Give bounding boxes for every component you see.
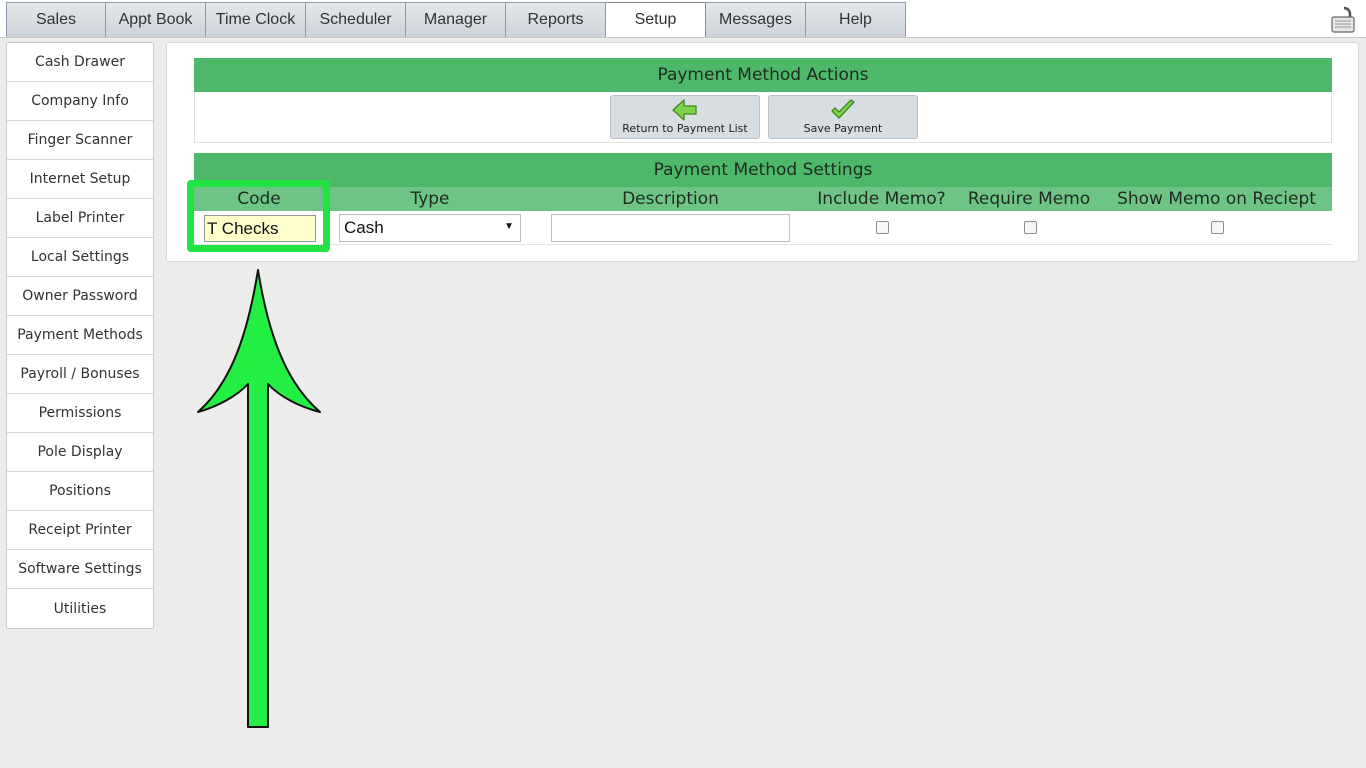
sidebar-item-company-info[interactable]: Company Info xyxy=(7,82,153,121)
sidebar-item-finger-scanner[interactable]: Finger Scanner xyxy=(7,121,153,160)
tab-manager[interactable]: Manager xyxy=(406,2,506,37)
tab-help[interactable]: Help xyxy=(806,2,906,37)
tab-sales[interactable]: Sales xyxy=(6,2,106,37)
type-select[interactable]: Cash ▼ xyxy=(339,214,521,242)
tab-scheduler[interactable]: Scheduler xyxy=(306,2,406,37)
settings-header: Payment Method Settings xyxy=(194,153,1332,187)
column-header-description: Description xyxy=(622,189,719,209)
main-panel: Payment Method Actions Return to Payment… xyxy=(166,42,1359,262)
actions-toolbar: Return to Payment List Save Payment xyxy=(194,93,1332,143)
back-arrow-icon xyxy=(672,99,697,121)
column-header-type: Type xyxy=(410,189,450,209)
sidebar-item-cash-drawer[interactable]: Cash Drawer xyxy=(7,43,153,82)
setup-sidebar: Cash Drawer Company Info Finger Scanner … xyxy=(6,42,154,629)
tab-messages[interactable]: Messages xyxy=(706,2,806,37)
tab-reports[interactable]: Reports xyxy=(506,2,606,37)
sidebar-item-payroll-bonuses[interactable]: Payroll / Bonuses xyxy=(7,355,153,394)
tab-appt-book[interactable]: Appt Book xyxy=(106,2,206,37)
highlight-box xyxy=(187,180,330,252)
main-tabs: Sales Appt Book Time Clock Scheduler Man… xyxy=(6,2,906,37)
sidebar-item-software-settings[interactable]: Software Settings xyxy=(7,550,153,589)
settings-column-headers: Code Type Description Include Memo? Requ… xyxy=(194,187,1332,211)
column-header-require-memo: Require Memo xyxy=(967,189,1091,209)
column-header-show-memo: Show Memo on Reciept xyxy=(1117,189,1316,209)
sidebar-item-utilities[interactable]: Utilities xyxy=(7,589,153,628)
save-button-label: Save Payment xyxy=(803,122,883,135)
show-memo-checkbox[interactable] xyxy=(1211,221,1224,234)
lock-icon[interactable] xyxy=(1330,4,1358,34)
sidebar-item-receipt-printer[interactable]: Receipt Printer xyxy=(7,511,153,550)
sidebar-item-local-settings[interactable]: Local Settings xyxy=(7,238,153,277)
column-header-include-memo: Include Memo? xyxy=(817,189,946,209)
type-select-value: Cash xyxy=(344,218,384,237)
description-input[interactable] xyxy=(551,214,790,242)
checkmark-icon xyxy=(831,99,855,119)
tab-setup[interactable]: Setup xyxy=(606,2,706,37)
return-to-payment-list-button[interactable]: Return to Payment List xyxy=(610,95,760,139)
sidebar-item-permissions[interactable]: Permissions xyxy=(7,394,153,433)
sidebar-item-pole-display[interactable]: Pole Display xyxy=(7,433,153,472)
up-arrow-annotation xyxy=(197,269,321,728)
return-button-label: Return to Payment List xyxy=(622,122,748,135)
include-memo-checkbox[interactable] xyxy=(876,221,889,234)
tab-time-clock[interactable]: Time Clock xyxy=(206,2,306,37)
sidebar-item-positions[interactable]: Positions xyxy=(7,472,153,511)
sidebar-item-internet-setup[interactable]: Internet Setup xyxy=(7,160,153,199)
top-nav-bar: Sales Appt Book Time Clock Scheduler Man… xyxy=(0,0,1366,38)
chevron-down-icon: ▼ xyxy=(504,221,514,232)
sidebar-item-payment-methods[interactable]: Payment Methods xyxy=(7,316,153,355)
sidebar-item-owner-password[interactable]: Owner Password xyxy=(7,277,153,316)
settings-row: Cash ▼ xyxy=(194,211,1332,245)
save-payment-button[interactable]: Save Payment xyxy=(768,95,918,139)
require-memo-checkbox[interactable] xyxy=(1024,221,1037,234)
sidebar-item-label-printer[interactable]: Label Printer xyxy=(7,199,153,238)
app-window: Sales Appt Book Time Clock Scheduler Man… xyxy=(0,0,1366,768)
actions-header: Payment Method Actions xyxy=(194,58,1332,92)
